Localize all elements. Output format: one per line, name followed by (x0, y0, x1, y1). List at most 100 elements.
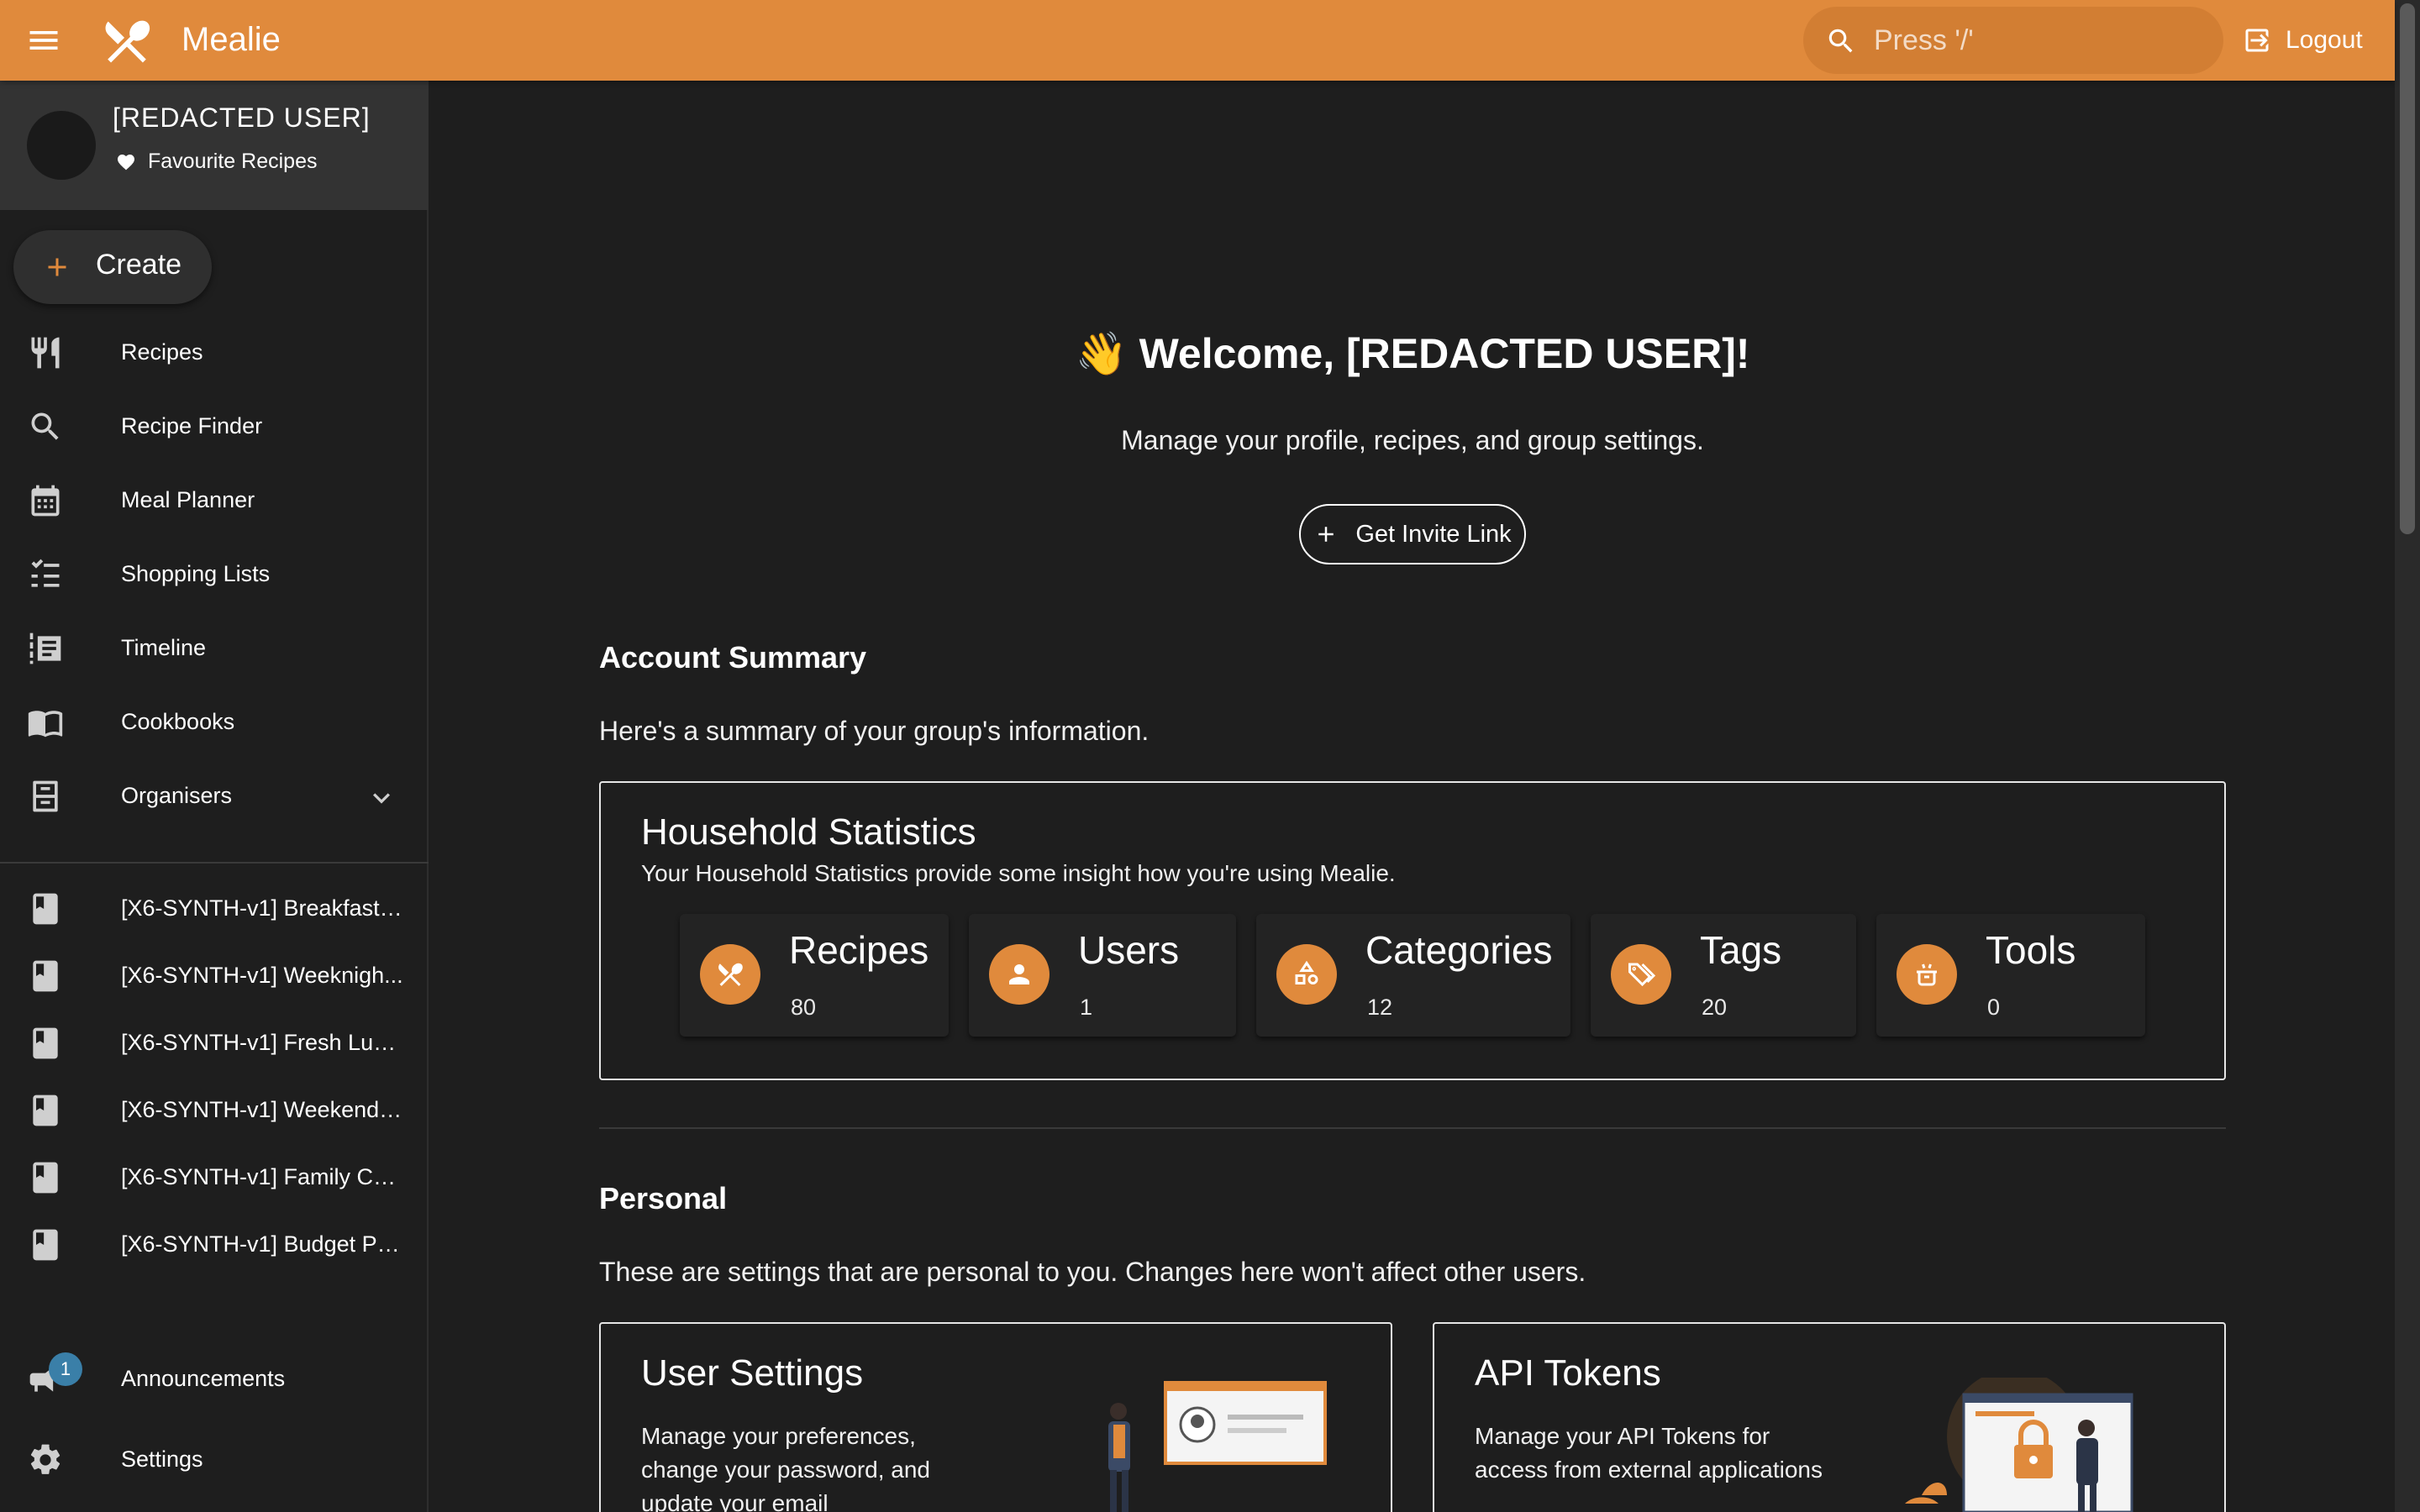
pot-icon (1917, 963, 1937, 986)
heart-icon (118, 154, 134, 170)
stat-count: 20 (1702, 995, 1728, 1020)
card-desc: Manage your API Tokens for access from e… (1475, 1423, 1823, 1483)
sidebar-item-label: Recipe Finder (121, 413, 263, 438)
stat-count: 1 (1080, 995, 1093, 1020)
user-settings-card[interactable]: User Settings Manage your preferences, c… (599, 1322, 1392, 1512)
user-card: [REDACTED USER] Favourite Recipes (0, 81, 429, 210)
sidebar-item-label: [X6-SYNTH-v1] Weeknigh... (121, 963, 403, 988)
stat-users[interactable]: Users 1 (969, 914, 1236, 1037)
favourite-recipes-link[interactable]: Favourite Recipes (116, 150, 317, 174)
sidebar-item-label: Announcements (121, 1366, 286, 1391)
stat-count: 80 (791, 995, 817, 1020)
sidebar-item-label: Timeline (121, 635, 207, 660)
stat-categories[interactable]: Categories 12 (1256, 914, 1570, 1037)
mealie-logo-icon[interactable] (99, 13, 155, 69)
sidebar-item-meal-planner[interactable]: Meal Planner (0, 467, 429, 534)
welcome-heading: 👋 Welcome, [REDACTED USER]! (430, 329, 2395, 379)
stat-icon-circle (989, 944, 1050, 1005)
main-content: 👋 Welcome, [REDACTED USER]! Manage your … (430, 81, 2395, 1512)
account-summary-title: Account Summary (599, 640, 867, 675)
hamburger-menu-icon (29, 31, 58, 50)
sidebar-item-recipe-finder[interactable]: Recipe Finder (0, 393, 429, 460)
bookmark-book-icon (33, 1229, 58, 1261)
logout-label: Logout (2286, 26, 2363, 54)
card-title: User Settings (641, 1352, 864, 1394)
logout-button[interactable]: Logout (2242, 18, 2363, 62)
sidebar-cookbook-item[interactable]: [X6-SYNTH-v1] Family Co... (0, 1144, 429, 1211)
logout-icon (2245, 29, 2269, 52)
stat-name: Users (1078, 928, 1180, 972)
api-tokens-card[interactable]: API Tokens Manage your API Tokens for ac… (1433, 1322, 2226, 1512)
sidebar-cookbook-item[interactable]: [X6-SYNTH-v1] Fresh Lun... (0, 1010, 429, 1077)
api-tokens-illustration (1905, 1378, 2133, 1512)
stat-icon-circle (1897, 944, 1957, 1005)
stat-tags[interactable]: Tags 20 (1591, 914, 1856, 1037)
menu-button[interactable] (25, 22, 62, 59)
sidebar-divider (0, 862, 429, 864)
sidebar-item-announcements[interactable]: 1 Announcements (0, 1346, 429, 1413)
bookmark-book-icon (33, 1162, 58, 1194)
sidebar-item-label: [X6-SYNTH-v1] Weekend ... (121, 1097, 403, 1122)
sidebar-item-timeline[interactable]: Timeline (0, 615, 429, 682)
waving-hand-icon: 👋 (1075, 330, 1128, 377)
sidebar-item-label: [X6-SYNTH-v1] Family Co... (121, 1164, 403, 1189)
sidebar-item-label: Meal Planner (121, 487, 255, 512)
stat-icon-circle (700, 944, 760, 1005)
stat-count: 0 (1987, 995, 2001, 1020)
stat-icon-circle (1611, 944, 1671, 1005)
file-cabinet-icon (33, 780, 58, 812)
gear-icon (30, 1444, 60, 1474)
household-statistics-desc: Your Household Statistics provide some i… (641, 860, 1396, 886)
sidebar-cookbook-item[interactable]: [X6-SYNTH-v1] Weekend ... (0, 1077, 429, 1144)
user-name: [REDACTED USER] (113, 102, 371, 133)
sidebar-item-label: [X6-SYNTH-v1] Budget Pa... (121, 1231, 403, 1257)
search-box[interactable] (1803, 7, 2223, 74)
bookmark-book-icon (33, 893, 58, 925)
sidebar-item-recipes[interactable]: Recipes (0, 319, 429, 386)
stat-tools[interactable]: Tools 0 (1876, 914, 2145, 1037)
account-summary-desc: Here's a summary of your group's informa… (599, 716, 1150, 746)
search-icon (1828, 29, 1853, 53)
sidebar-cookbook-item[interactable]: [X6-SYNTH-v1] Weeknigh... (0, 942, 429, 1010)
scrollbar-thumb[interactable] (2400, 3, 2415, 534)
chevron-down-icon[interactable] (365, 781, 398, 815)
search-icon (31, 412, 59, 440)
stat-icon-circle (1276, 944, 1337, 1005)
app-bar: Mealie Logout (0, 0, 2395, 81)
sidebar-item-label: Recipes (121, 339, 203, 365)
sidebar: [REDACTED USER] Favourite Recipes Create… (0, 81, 429, 1512)
get-invite-link-button[interactable]: Get Invite Link (1299, 504, 1526, 564)
section-divider (599, 1127, 2226, 1129)
sidebar-cookbook-item[interactable]: [X6-SYNTH-v1] Budget Pa... (0, 1211, 429, 1278)
personal-desc: These are settings that are personal to … (599, 1257, 1586, 1287)
stat-name: Recipes (789, 928, 929, 972)
household-statistics-title: Household Statistics (641, 811, 976, 853)
bookmark-book-icon (33, 960, 58, 992)
sidebar-cookbook-item[interactable]: [X6-SYNTH-v1] Breakfast ... (0, 875, 429, 942)
sidebar-item-organisers[interactable]: Organisers (0, 763, 429, 830)
sidebar-item-cookbooks[interactable]: Cookbooks (0, 689, 429, 756)
avatar[interactable] (27, 111, 96, 180)
create-label: Create (96, 249, 182, 281)
create-button[interactable]: Create (13, 230, 212, 304)
sidebar-item-label: [X6-SYNTH-v1] Fresh Lun... (121, 1030, 403, 1055)
bookmark-book-icon (33, 1027, 58, 1059)
fork-knife-icon (718, 963, 743, 986)
stat-recipes[interactable]: Recipes 80 (680, 914, 949, 1037)
shapes-icon (1295, 960, 1318, 985)
sidebar-item-settings[interactable]: Settings (0, 1426, 429, 1494)
sidebar-item-label: Cookbooks (121, 709, 235, 734)
card-title: API Tokens (1475, 1352, 1661, 1394)
search-input[interactable] (1874, 18, 2202, 62)
sidebar-item-label: Organisers (121, 783, 233, 808)
welcome-text: Welcome, [REDACTED USER]! (1139, 330, 1750, 377)
bookmark-book-icon (33, 1095, 58, 1126)
app-title[interactable]: Mealie (182, 18, 281, 60)
stat-name: Tags (1700, 928, 1782, 972)
plus-icon (48, 258, 66, 276)
sidebar-item-shopping-lists[interactable]: Shopping Lists (0, 541, 429, 608)
sidebar-item-label: Settings (121, 1446, 203, 1472)
stat-name: Categories (1365, 928, 1553, 972)
book-open-icon (28, 711, 63, 738)
stat-count: 12 (1367, 995, 1393, 1020)
